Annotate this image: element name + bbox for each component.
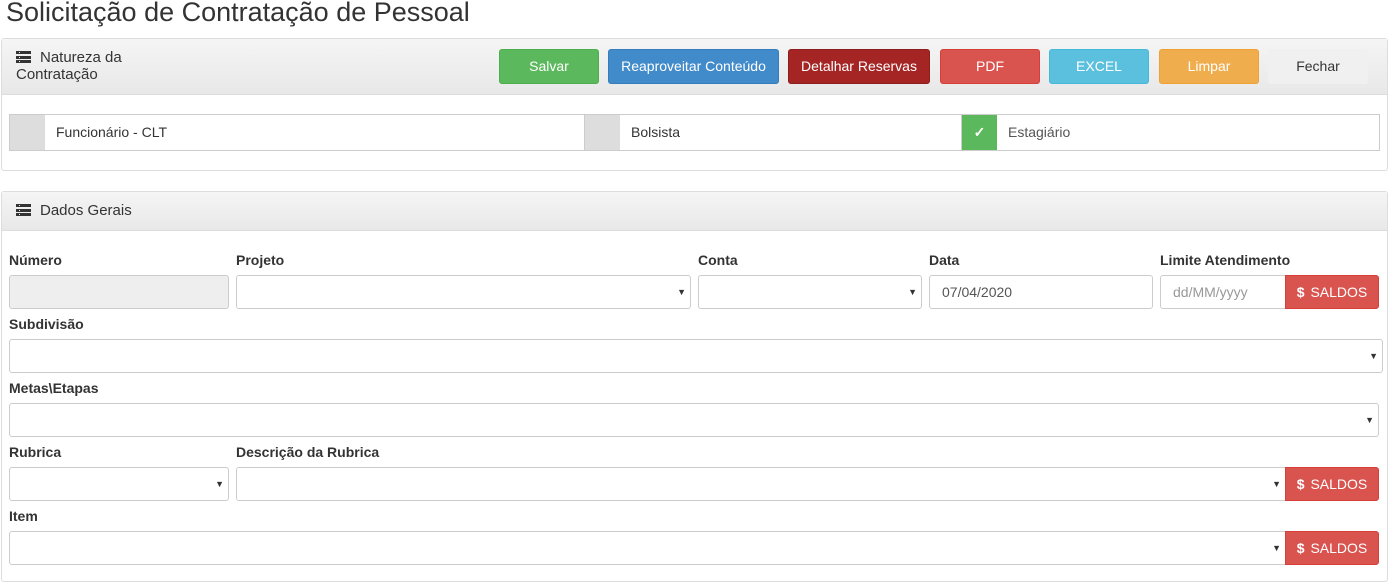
subdivisao-label: Subdivisão [9, 316, 84, 332]
limpar-button[interactable]: Limpar [1159, 49, 1259, 84]
natureza-panel-header: Natureza da Contratação Salvar Reaprovei… [2, 39, 1387, 95]
option-label: Funcionário - CLT [56, 124, 168, 140]
metas-etapas-select[interactable]: ▼ [9, 403, 1379, 437]
detalhar-reservas-button[interactable]: Detalhar Reservas [788, 49, 930, 84]
caret-down-icon: ▼ [1369, 351, 1378, 361]
caret-down-icon: ▼ [215, 479, 224, 489]
natureza-title-text: Natureza da Contratação [16, 49, 122, 83]
dados-gerais-title-text: Dados Gerais [40, 202, 132, 219]
dollar-icon: $ [1296, 540, 1305, 556]
conta-select[interactable]: ▼ [698, 275, 922, 309]
caret-down-icon: ▼ [1272, 543, 1281, 553]
salvar-button[interactable]: Salvar [499, 49, 599, 84]
subdivisao-select[interactable]: ▼ [9, 339, 1383, 373]
dados-gerais-panel-header: Dados Gerais [2, 192, 1387, 231]
option-label: Bolsista [631, 124, 681, 140]
checkbox-bolsista[interactable] [585, 115, 620, 150]
excel-button[interactable]: EXCEL [1049, 49, 1149, 84]
metas-etapas-label: Metas\Etapas [9, 380, 99, 396]
natureza-panel: Natureza da Contratação Salvar Reaprovei… [1, 38, 1388, 171]
projeto-select[interactable]: ▼ [236, 275, 691, 309]
conta-label: Conta [698, 252, 738, 268]
item-select[interactable]: ▼ [9, 531, 1286, 565]
limite-placeholder: dd/MM/yyyy [1173, 284, 1248, 300]
dollar-icon: $ [1296, 476, 1305, 492]
option-bolsista[interactable]: Bolsista [584, 114, 962, 151]
saldos-button[interactable]: $ SALDOS [1285, 275, 1379, 309]
fechar-button[interactable]: Fechar [1268, 49, 1368, 84]
checkmark-icon[interactable]: ✓ [962, 115, 997, 150]
option-label: Estagiário [1008, 124, 1071, 140]
list-icon [16, 204, 31, 216]
dados-gerais-title: Dados Gerais [16, 202, 132, 219]
reaproveitar-conteudo-button[interactable]: Reaproveitar Conteúdo [608, 49, 779, 84]
rubrica-label: Rubrica [9, 444, 62, 460]
saldos-button[interactable]: $ SALDOS [1285, 531, 1379, 565]
descricao-rubrica-label: Descrição da Rubrica [236, 444, 380, 460]
caret-down-icon: ▼ [1272, 479, 1281, 489]
saldos-button[interactable]: $ SALDOS [1285, 467, 1379, 501]
rubrica-select[interactable]: ▼ [9, 467, 229, 501]
item-label: Item [9, 508, 38, 524]
saldos-label: SALDOS [1310, 476, 1368, 492]
option-funcionario-clt[interactable]: Funcionário - CLT [9, 114, 585, 151]
numero-label: Número [9, 252, 62, 268]
saldos-label: SALDOS [1310, 284, 1368, 300]
dollar-icon: $ [1296, 284, 1305, 300]
limite-atendimento-input[interactable]: dd/MM/yyyy [1160, 275, 1286, 309]
option-estagiario[interactable]: ✓ Estagiário [961, 114, 1380, 151]
data-input[interactable]: 07/04/2020 [929, 275, 1153, 309]
caret-down-icon: ▼ [908, 287, 917, 297]
descricao-rubrica-select[interactable]: ▼ [236, 467, 1286, 501]
numero-field[interactable] [9, 275, 229, 309]
page-title: Solicitação de Contratação de Pessoal [6, 0, 470, 27]
list-icon [16, 51, 31, 63]
saldos-label: SALDOS [1310, 540, 1368, 556]
data-label: Data [929, 252, 960, 268]
caret-down-icon: ▼ [1365, 415, 1374, 425]
projeto-label: Projeto [236, 252, 285, 268]
checkbox-funcionario-clt[interactable] [10, 115, 45, 150]
natureza-title: Natureza da Contratação [16, 49, 166, 83]
limite-atendimento-label: Limite Atendimento [1160, 252, 1291, 268]
dados-gerais-panel: Dados Gerais Número Projeto ▼ Conta ▼ Da… [1, 191, 1388, 582]
pdf-button[interactable]: PDF [940, 49, 1040, 84]
caret-down-icon: ▼ [677, 287, 686, 297]
